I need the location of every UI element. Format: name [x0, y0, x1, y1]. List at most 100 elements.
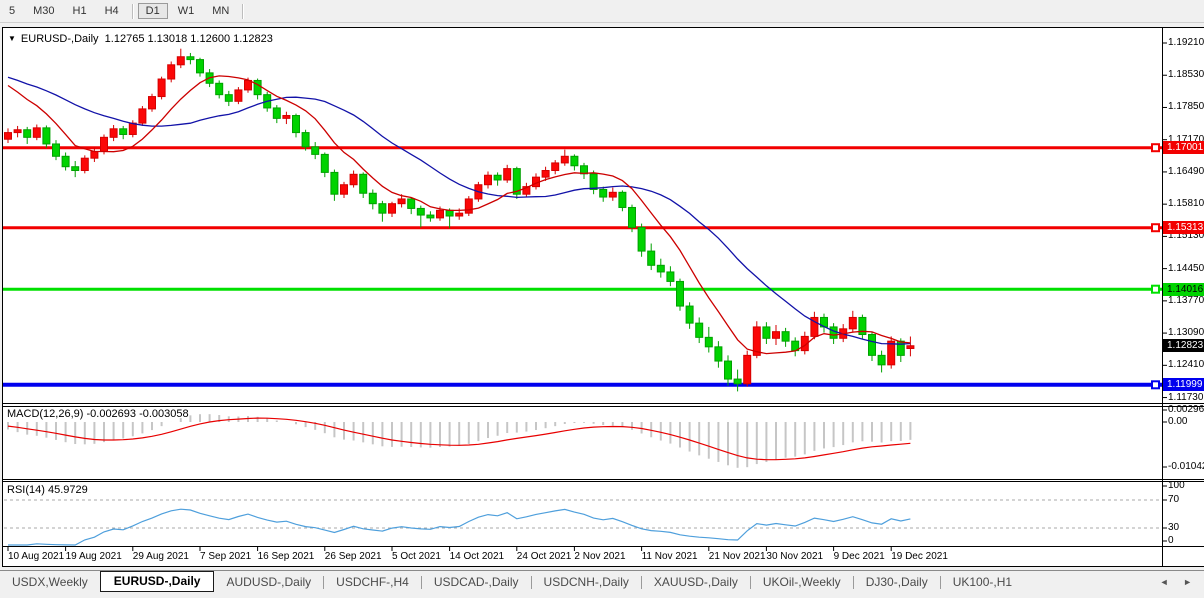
candle-body: [456, 213, 463, 216]
level-handle[interactable]: [1152, 144, 1159, 151]
level-handle[interactable]: [1152, 224, 1159, 231]
price-axis-tick: 1.17850: [1168, 102, 1204, 112]
tab-usdx-weekly[interactable]: USDX,Weekly: [0, 572, 100, 592]
date-axis-label: 11 Nov 2021: [642, 551, 698, 562]
macd-indicator-label: MACD(12,26,9) -0.002693 -0.003058: [7, 408, 189, 420]
candle-body: [494, 175, 501, 180]
macd-axis-tick: 0.002966: [1168, 405, 1204, 415]
macd-axis-tick: 0.00: [1168, 417, 1187, 427]
price-level-badge: 1.14016: [1163, 283, 1204, 296]
tab-scroll-arrows[interactable]: ◄ ►: [1160, 577, 1198, 587]
candle-body: [619, 192, 626, 207]
price-axis-tick: 1.15810: [1168, 199, 1204, 209]
chart-ohlc-values: 1.12765 1.13018 1.12600 1.12823: [105, 33, 273, 45]
chart-canvas[interactable]: [0, 0, 1204, 598]
candle-body: [638, 227, 645, 251]
candle-body: [302, 133, 309, 147]
candle-body: [197, 60, 204, 73]
price-axis-tick: 1.13770: [1168, 296, 1204, 306]
candle-body: [427, 215, 434, 218]
candle-body: [283, 116, 290, 119]
candle-body: [129, 123, 136, 134]
rsi-axis-tick: 0: [1168, 536, 1174, 546]
date-axis-label: 29 Aug 2021: [133, 551, 189, 562]
candle-body: [53, 144, 60, 156]
candle-body: [725, 361, 732, 379]
price-axis-tick: 1.13090: [1168, 328, 1204, 338]
macd-current-values: -0.002693 -0.003058: [86, 408, 188, 420]
candle-body: [101, 137, 108, 151]
chart-title: ▼ EURUSD-,Daily 1.12765 1.13018 1.12600 1…: [8, 33, 273, 45]
candle-body: [869, 335, 876, 356]
price-level-badge: 1.17001: [1163, 141, 1204, 154]
candle-body: [696, 323, 703, 337]
rsi-name: RSI(14): [7, 484, 45, 496]
chart-window-background: [2, 27, 1204, 567]
candle-body: [465, 199, 472, 213]
tab-usdcnh-daily[interactable]: USDCNH-,Daily: [532, 572, 641, 592]
candle-body: [254, 80, 261, 94]
candle-body: [379, 204, 386, 213]
candle-body: [369, 193, 376, 203]
price-level-badge: 1.11999: [1163, 378, 1204, 391]
symbol-dropdown-icon[interactable]: ▼: [8, 34, 16, 43]
candle-body: [782, 332, 789, 341]
tab-usdcad-daily[interactable]: USDCAD-,Daily: [422, 572, 531, 592]
price-axis-tick: 1.19210: [1168, 38, 1204, 48]
date-axis-label: 26 Sep 2021: [325, 551, 382, 562]
price-axis-tick: 1.18530: [1168, 70, 1204, 80]
candle-body: [398, 199, 405, 204]
candle-body: [629, 207, 636, 227]
tab-xauusd-daily[interactable]: XAUUSD-,Daily: [642, 572, 750, 592]
date-axis-label: 9 Dec 2021: [834, 551, 885, 562]
candle-body: [158, 79, 165, 97]
level-handle[interactable]: [1152, 381, 1159, 388]
tab-audusd-daily[interactable]: AUDUSD-,Daily: [214, 572, 323, 592]
tab-eurusd-daily[interactable]: EURUSD-,Daily: [100, 571, 215, 592]
rsi-axis-tick: 100: [1168, 481, 1185, 491]
candle-body: [590, 174, 597, 190]
tab-dj30-daily[interactable]: DJ30-,Daily: [854, 572, 940, 592]
candle-body: [91, 152, 98, 159]
candle-body: [216, 83, 223, 94]
candle-body: [389, 204, 396, 213]
candle-body: [43, 128, 50, 144]
candle-body: [773, 332, 780, 339]
tab-usdchf-h4[interactable]: USDCHF-,H4: [324, 572, 421, 592]
macd-name: MACD(12,26,9): [7, 408, 83, 420]
date-axis-label: 21 Nov 2021: [709, 551, 766, 562]
candle-body: [24, 130, 31, 138]
candle-body: [149, 97, 156, 109]
candle-body: [763, 327, 770, 338]
candle-body: [417, 208, 424, 215]
candle-body: [245, 80, 252, 89]
rsi-indicator-label: RSI(14) 45.9729: [7, 484, 88, 496]
date-axis-label: 16 Sep 2021: [258, 551, 315, 562]
candle-body: [139, 109, 146, 123]
date-axis-label: 7 Sep 2021: [200, 551, 251, 562]
candle-body: [14, 130, 21, 133]
date-axis-label: 2 Nov 2021: [574, 551, 625, 562]
tab-ukoil-weekly[interactable]: UKOil-,Weekly: [751, 572, 853, 592]
candle-body: [273, 108, 280, 118]
candle-body: [830, 327, 837, 338]
candle-body: [657, 265, 664, 272]
level-handle[interactable]: [1152, 286, 1159, 293]
price-axis-tick: 1.16490: [1168, 167, 1204, 177]
date-axis-label: 10 Aug 2021: [8, 551, 64, 562]
candle-body: [33, 128, 40, 137]
candle-body: [360, 174, 367, 193]
candle-body: [350, 174, 357, 184]
candle-body: [485, 175, 492, 184]
candle-body: [667, 272, 674, 281]
candle-body: [705, 337, 712, 346]
candle-body: [648, 251, 655, 265]
candle-body: [72, 167, 79, 171]
price-axis-tick: 1.14450: [1168, 264, 1204, 274]
candle-body: [734, 379, 741, 384]
tab-uk100-h1[interactable]: UK100-,H1: [941, 572, 1024, 592]
chart-symbol-label: EURUSD-,Daily: [21, 33, 99, 45]
candle-body: [677, 281, 684, 306]
candle-body: [120, 129, 127, 135]
candle-body: [907, 346, 914, 349]
